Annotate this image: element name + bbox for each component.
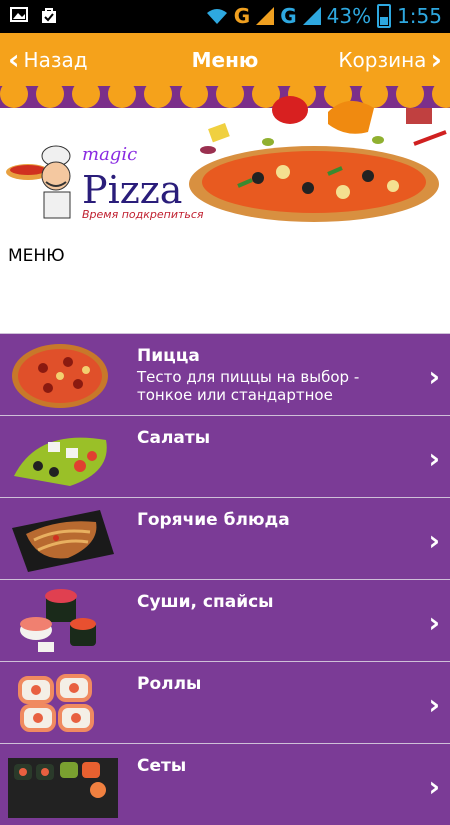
menu-list: Пицца Тесто для пиццы на выбор - тонкое … xyxy=(0,333,450,825)
gallery-notification-icon xyxy=(10,7,28,22)
menu-item-title: Сеты xyxy=(137,756,187,776)
menu-item-title: Суши, спайсы xyxy=(137,592,274,612)
section-heading: МЕНЮ xyxy=(8,246,65,266)
clock: 1:55 xyxy=(397,4,442,28)
menu-item-salads[interactable]: Салаты › xyxy=(0,415,450,497)
sets-thumbnail xyxy=(8,758,118,818)
chevron-left-icon: ‹ xyxy=(8,42,20,76)
bag-notification-icon xyxy=(42,8,56,23)
cart-button[interactable]: Корзина › xyxy=(338,33,442,86)
salad-thumbnail xyxy=(14,437,107,486)
network-type-2: G xyxy=(280,4,297,28)
battery-percent: 43% xyxy=(326,4,372,28)
sushi-thumbnail xyxy=(20,589,96,652)
chevron-right-icon: › xyxy=(428,360,440,393)
pizza-banner-image xyxy=(189,96,447,222)
menu-item-title: Роллы xyxy=(137,674,202,694)
action-bar: Меню ‹ Назад Корзина › xyxy=(0,33,450,86)
menu-item-hot-dishes[interactable]: Горячие блюда › xyxy=(0,497,450,579)
logo-pizza-text: Pizza xyxy=(82,168,183,212)
menu-item-title: Салаты xyxy=(137,428,211,448)
chevron-right-icon: › xyxy=(428,688,440,721)
menu-item-title: Горячие блюда xyxy=(137,510,290,530)
menu-item-description: Тесто для пиццы на выбор - тонкое или ст… xyxy=(137,368,360,404)
menu-item-pizza[interactable]: Пицца Тесто для пиццы на выбор - тонкое … xyxy=(0,333,450,415)
hot-dish-thumbnail xyxy=(12,510,114,572)
menu-item-title: Пицца xyxy=(137,346,200,366)
menu-item-sushi[interactable]: Суши, спайсы › xyxy=(0,579,450,661)
signal-icon-2 xyxy=(302,7,321,25)
header-banner: magic Pizza Время подкрепиться xyxy=(0,86,450,230)
menu-item-rolls[interactable]: Роллы › xyxy=(0,661,450,743)
chevron-right-icon: › xyxy=(428,442,440,475)
signal-icon-1 xyxy=(256,7,275,25)
chef-mascot-icon xyxy=(6,145,71,219)
menu-item-sets[interactable]: Сеты › xyxy=(0,743,450,825)
status-bar: G G 43% 1:55 xyxy=(0,0,450,33)
pizza-thumbnail xyxy=(12,344,108,408)
chevron-right-icon: › xyxy=(428,524,440,557)
rolls-thumbnail xyxy=(18,674,94,732)
chevron-right-icon: › xyxy=(430,42,442,76)
logo-magic-text: magic xyxy=(82,144,138,165)
back-button[interactable]: ‹ Назад xyxy=(8,33,88,86)
chevron-right-icon: › xyxy=(428,770,440,803)
chevron-right-icon: › xyxy=(428,606,440,639)
battery-icon xyxy=(377,4,392,28)
cart-label: Корзина xyxy=(338,47,427,72)
network-type-1: G xyxy=(233,4,251,28)
wifi-icon xyxy=(206,9,227,24)
back-label: Назад xyxy=(23,47,88,72)
